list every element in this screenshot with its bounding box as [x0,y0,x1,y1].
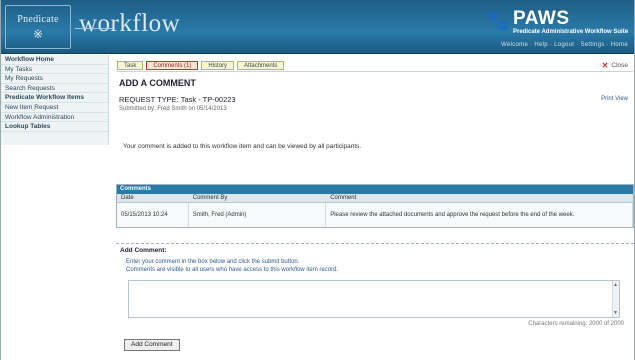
cell-date: 05/15/2013 10:24 [117,203,189,227]
item-subtitle: Submitted by: Fred Smith on 05/14/2013 [119,106,227,112]
item-title: REQUEST TYPE: Task - TP-00223 [119,95,236,104]
table-title: Comments [117,185,633,194]
close-button[interactable]: ✕ Close [602,61,628,70]
close-label: Close [611,62,628,69]
tab-history[interactable]: History [201,61,235,70]
column-header-date[interactable]: Date [117,194,189,202]
tab-bar: Task Comments (1) History Attachments [117,61,285,70]
app-header: Pnedicate ※ workflow 🐾 PAWS Predicate Ad… [1,0,634,54]
comment-hint-2: Comments are visible to all users who ha… [126,267,339,273]
sidebar-item-workflow-home[interactable]: Workflow Home [1,55,108,65]
table-header-row: Date Comment By Comment [117,194,633,203]
page: Pnedicate ※ workflow 🐾 PAWS Predicate Ad… [0,0,635,360]
close-icon: ✕ [601,61,609,70]
comment-label: Add Comment: [120,247,167,254]
predicate-logo[interactable]: Pnedicate ※ [5,5,71,49]
scroll-up-icon[interactable]: ▲ [613,282,618,288]
app-name-underline [75,28,113,29]
comment-textarea[interactable]: ▲ ▼ [128,280,620,318]
sidebar: Workflow Home My Tasks My Requests Searc… [1,55,109,145]
notice-text: Your comment is added to this workflow i… [123,143,362,150]
app-name: workflow [75,10,180,38]
character-count: Characters remaining: 2000 of 2000 [528,321,624,327]
brand-name: PAWS [513,8,570,29]
sidebar-item-administration[interactable]: Workflow Administration [1,113,108,123]
textarea-scrollbar[interactable]: ▲ ▼ [612,281,619,317]
table-row: 05/15/2013 10:24 Smith, Fred (Admin) Ple… [117,203,633,227]
sidebar-item-my-tasks[interactable]: My Tasks [1,65,108,75]
cell-comment: Please review the attached documents and… [326,203,633,227]
comments-table: Comments Date Comment By Comment 05/15/2… [116,184,634,228]
content-divider [117,71,633,72]
sidebar-item-workflow-items[interactable]: Predicate Workflow Items [1,93,108,103]
brand-subtitle: Predicate Administrative Workflow Suite [513,29,629,35]
page-title: ADD A COMMENT [119,78,196,88]
add-comment-button[interactable]: Add Comment [124,339,180,351]
scroll-down-icon[interactable]: ▼ [613,310,618,316]
header-links[interactable]: Welcome · Help · Logout · Settings · Hom… [501,42,628,48]
column-header-comment[interactable]: Comment [326,194,633,202]
cell-author: Smith, Fred (Admin) [189,203,327,227]
tab-attachments[interactable]: Attachments [237,61,285,70]
sidebar-item-lookup-tables[interactable]: Lookup Tables [1,122,108,132]
logo-glyph: ※ [32,26,44,41]
sidebar-item-search-requests[interactable]: Search Requests [1,84,108,94]
sidebar-item-my-requests[interactable]: My Requests [1,74,108,84]
comment-hint-1: Enter your comment in the box below and … [126,259,300,265]
column-header-author[interactable]: Comment By [189,194,326,202]
logo-text: Pnedicate [17,13,59,25]
add-comment-section: Add Comment: Enter your comment in the b… [116,243,634,355]
tab-comments[interactable]: Comments (1) [146,61,199,70]
paw-icon: 🐾 [485,10,510,32]
tab-task[interactable]: Task [117,61,144,70]
sidebar-item-new-request[interactable]: New Item Request [1,103,108,113]
print-view-link[interactable]: Print View [601,96,628,102]
